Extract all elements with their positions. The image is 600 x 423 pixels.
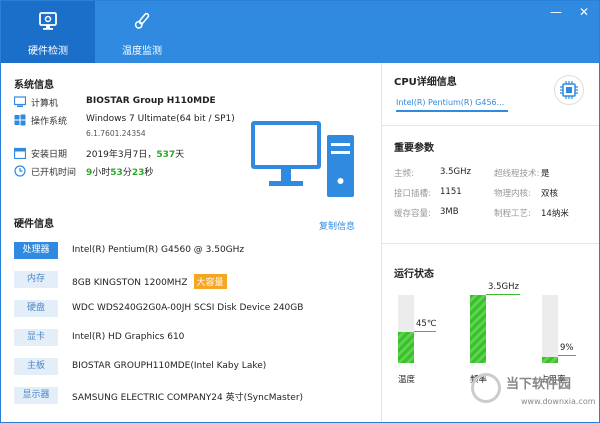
cpu-selector[interactable]: Intel(R) Pentium(R) G456... xyxy=(396,98,504,107)
close-button[interactable]: ✕ xyxy=(577,5,591,19)
computer-illustration xyxy=(251,121,354,197)
hardware-value: Intel(R) HD Graphics 610 xyxy=(72,332,185,342)
monitor-icon xyxy=(39,12,57,30)
hardware-tag[interactable]: 主板 xyxy=(14,358,58,375)
calendar-icon xyxy=(14,147,26,159)
app-window: 硬件检测 温度监测 — ✕ 系统信息 计算机 BIOSTAR Group H11… xyxy=(0,0,600,423)
param-label: 超线程技术: xyxy=(494,169,540,179)
watermark-url: www.downxia.com xyxy=(521,397,596,406)
thermometer-icon xyxy=(134,12,150,29)
os-build: 6.1.7601.24354 xyxy=(86,129,146,138)
tab-label: 温度监测 xyxy=(122,46,162,57)
hardware-tag[interactable]: 显卡 xyxy=(14,329,58,346)
hardware-row-disk[interactable]: 硬盘 WDC WDS240G2G0A-00JH SCSI Disk Device… xyxy=(14,300,364,318)
cpu-chip-button[interactable] xyxy=(554,75,584,105)
hardware-value-wrap: 8GB KINGSTON 1200MHZ 大容量 xyxy=(72,274,227,289)
usage-gauge-fill xyxy=(542,356,558,363)
param-value: 14纳米 xyxy=(541,209,569,219)
copy-info-link[interactable]: 复制信息 xyxy=(319,219,355,232)
watermark-brand: 当下软件园 xyxy=(506,377,572,392)
param-label: 主频: xyxy=(394,169,414,179)
param-label: 接口插槽: xyxy=(394,189,431,199)
frequency-value: 3.5GHz xyxy=(488,282,519,292)
hardware-row-motherboard[interactable]: 主板 BIOSTAR GROUPH110MDE(Intel Kaby Lake) xyxy=(14,358,364,376)
uptime-hours-unit: 小时 xyxy=(92,168,111,178)
computer-label: 计算机 xyxy=(31,99,59,109)
chip-icon xyxy=(560,81,578,99)
uptime-seconds-unit: 秒 xyxy=(144,168,154,178)
clock-icon xyxy=(14,165,26,177)
hardware-value: SAMSUNG ELECTRIC COMPANY24 英寸(SyncMaster… xyxy=(72,393,304,403)
usage-leader-line xyxy=(558,355,576,356)
hardware-row-gpu[interactable]: 显卡 Intel(R) HD Graphics 610 xyxy=(14,329,364,347)
tab-temperature-monitor[interactable]: 温度监测 xyxy=(95,1,189,63)
install-date: 2019年3月7日， xyxy=(86,150,157,160)
cpu-selector-underline xyxy=(396,110,508,112)
os-value: Windows 7 Ultimate(64 bit / SP1) xyxy=(86,114,235,124)
capacity-badge: 大容量 xyxy=(193,274,227,289)
install-date-value: 2019年3月7日，537天 xyxy=(86,147,184,160)
hardware-tag[interactable]: 显示器 xyxy=(14,387,58,404)
hardware-value: BIOSTAR GROUPH110MDE(Intel Kaby Lake) xyxy=(72,361,267,371)
status-title: 运行状态 xyxy=(394,269,434,280)
hardware-tag[interactable]: 处理器 xyxy=(14,242,58,259)
system-info-title: 系统信息 xyxy=(14,80,54,91)
param-label: 制程工艺: xyxy=(494,209,531,219)
cpu-detail-title: CPU详细信息 xyxy=(394,77,457,88)
tab-label: 硬件检测 xyxy=(28,46,68,57)
computer-icon xyxy=(14,96,26,107)
divider xyxy=(382,125,599,126)
watermark-logo xyxy=(471,373,501,403)
tab-hardware-detection[interactable]: 硬件检测 xyxy=(1,1,95,63)
cpu-detail-panel: CPU详细信息 Intel(R) Pentium(R) G456... 重要参数… xyxy=(381,63,599,422)
temperature-value: 45℃ xyxy=(416,319,437,329)
hardware-value: Intel(R) Pentium(R) G4560 @ 3.50GHz xyxy=(72,245,245,255)
divider xyxy=(382,243,599,244)
uptime-value: 9小时53分23秒 xyxy=(86,165,153,178)
usage-value: 9% xyxy=(560,343,574,353)
uptime-label: 已开机时间 xyxy=(31,168,77,178)
param-value: 是 xyxy=(541,169,550,179)
install-date-label: 安装日期 xyxy=(31,150,68,160)
temperature-label: 温度 xyxy=(398,375,416,385)
uptime-minutes-unit: 分 xyxy=(122,168,132,178)
param-label: 物理内核: xyxy=(494,189,531,199)
hardware-value: WDC WDS240G2G0A-00JH SCSI Disk Device 24… xyxy=(72,303,304,313)
frequency-gauge-fill xyxy=(470,295,486,363)
os-label: 操作系统 xyxy=(31,117,68,127)
usage-gauge xyxy=(542,295,558,363)
param-value: 3MB xyxy=(440,207,459,217)
temperature-gauge xyxy=(398,295,414,363)
frequency-gauge xyxy=(470,295,486,363)
temperature-leader-line xyxy=(414,331,436,332)
minimize-button[interactable]: — xyxy=(549,5,563,19)
hardware-info-title: 硬件信息 xyxy=(14,219,54,230)
param-value: 3.5GHz xyxy=(440,167,471,177)
param-label: 缓存容量: xyxy=(394,209,431,219)
frequency-leader-line xyxy=(486,294,520,295)
hardware-row-cpu[interactable]: 处理器 Intel(R) Pentium(R) G4560 @ 3.50GHz xyxy=(14,242,364,260)
hardware-row-monitor[interactable]: 显示器 SAMSUNG ELECTRIC COMPANY24 英寸(SyncMa… xyxy=(14,387,364,405)
install-days-unit: 天 xyxy=(175,150,185,160)
uptime-seconds: 23 xyxy=(131,168,145,178)
header-bar: 硬件检测 温度监测 — ✕ xyxy=(1,1,599,63)
hardware-row-memory[interactable]: 内存 8GB KINGSTON 1200MHZ 大容量 xyxy=(14,271,364,289)
computer-value: BIOSTAR Group H110MDE xyxy=(86,96,216,106)
params-title: 重要参数 xyxy=(394,143,434,154)
uptime-minutes: 53 xyxy=(110,168,123,178)
hardware-value: 8GB KINGSTON 1200MHZ xyxy=(72,278,188,288)
hardware-tag[interactable]: 内存 xyxy=(14,271,58,288)
install-days: 537 xyxy=(156,150,176,160)
hardware-tag[interactable]: 硬盘 xyxy=(14,300,58,317)
temperature-gauge-fill xyxy=(398,332,414,363)
param-value: 1151 xyxy=(440,187,462,197)
windows-icon xyxy=(14,114,26,126)
param-value: 双核 xyxy=(541,189,559,199)
